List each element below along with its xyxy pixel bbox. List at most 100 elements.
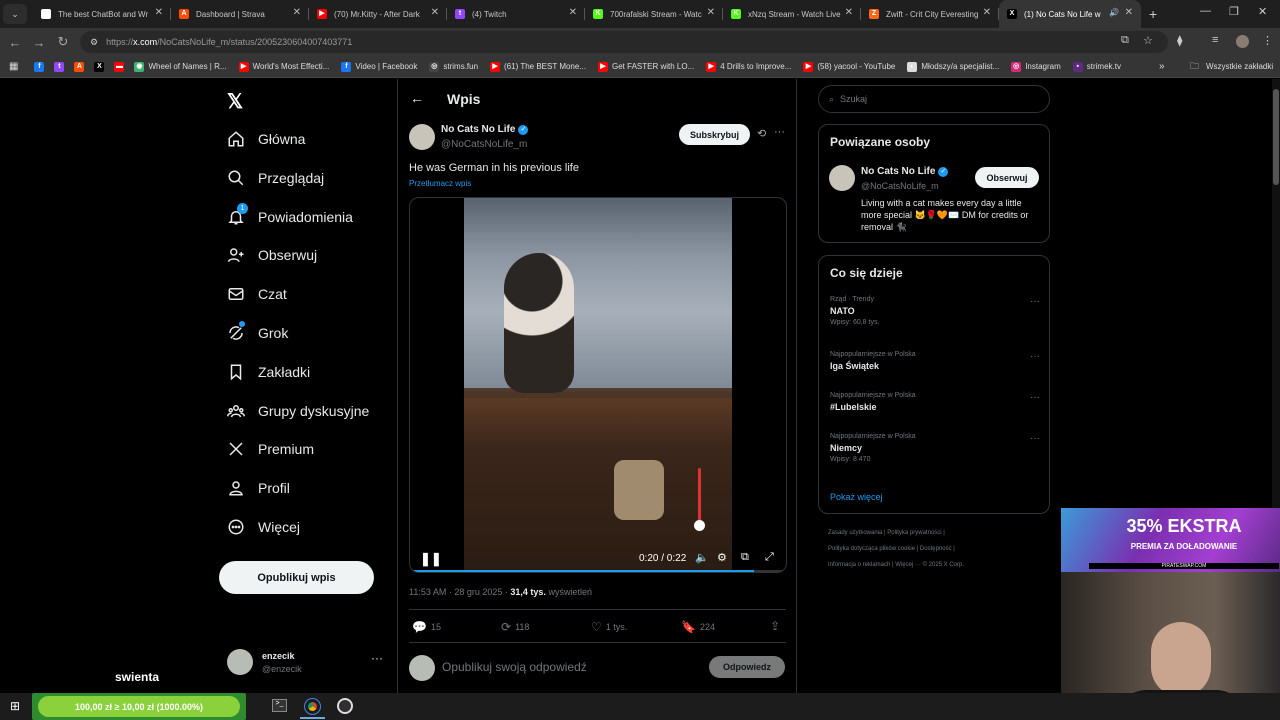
tab-close-icon[interactable]: ✕ [1125, 7, 1133, 18]
bookmark-item[interactable]: ◎ strims.fun [429, 61, 478, 72]
nav-item-home[interactable]: Główna [226, 127, 305, 151]
bookmark-item[interactable]: ▶ (61) The BEST Mone... [490, 61, 586, 72]
profile-avatar-icon[interactable] [1236, 35, 1249, 48]
bookmark-item[interactable]: X [94, 61, 108, 72]
author-handle[interactable]: @NoCatsNoLife_m [441, 139, 527, 150]
show-more-link[interactable]: Pokaż więcej [830, 492, 883, 502]
windows-start-icon[interactable]: ⊞ [10, 699, 20, 713]
all-bookmarks-label[interactable]: Wszystkie zakładki [1206, 62, 1273, 71]
more-bookmarks-icon[interactable]: » [1159, 61, 1165, 72]
reply-input[interactable]: Opublikuj swoją odpowiedź [442, 660, 587, 674]
obs-icon[interactable] [337, 698, 353, 714]
bookmark-item[interactable]: ▶ 4 Drills to Improve... [706, 61, 791, 72]
trend-item[interactable]: Rząd · Trendy NATO Wpisy: 60,8 tys. ··· [830, 296, 1040, 326]
translate-link[interactable]: Przetłumacz wpis [409, 179, 471, 188]
nav-item-mail[interactable]: Czat [226, 282, 287, 306]
video-player[interactable]: ❚❚ 0:20 / 0:22 🔈 ⚙ ⧉ ⤢ [409, 197, 787, 573]
more-dots-icon[interactable]: ··· [371, 651, 383, 665]
browser-tab[interactable]: ▶ (70) Mr.Kitty - After Dark ✕ [309, 0, 447, 28]
footer-links-2[interactable]: Polityka dotycząca plików cookie | Dostę… [828, 546, 955, 552]
tab-close-icon[interactable]: ✕ [431, 7, 439, 18]
site-info-icon[interactable]: ⚙ [90, 37, 98, 48]
minimize-icon[interactable]: — [1200, 5, 1211, 17]
browser-tab[interactable]: ◆ The best ChatBot and Wr ✕ [33, 0, 171, 28]
tab-close-icon[interactable]: ✕ [845, 7, 853, 18]
extensions-icon[interactable]: ⧫ [1177, 34, 1182, 47]
browser-tab[interactable]: Z Zwift - Crit City Everesting ✕ [861, 0, 999, 28]
nav-item-communities[interactable]: Grupy dyskusyjne [226, 399, 369, 423]
nav-item-search[interactable]: Przeglądaj [226, 166, 324, 190]
bookmark-item[interactable]: ◐ Młodszy/a specjalist... [907, 61, 999, 72]
pip-icon[interactable]: ⧉ [741, 551, 749, 564]
cast-icon[interactable]: ⧉ [1121, 34, 1129, 47]
settings-icon[interactable]: ⚙ [717, 551, 727, 564]
browser-tab[interactable]: X (1) No Cats No Life w 🔊 ✕ [999, 0, 1141, 28]
tab-audio-icon[interactable]: 🔊 [1109, 8, 1119, 17]
trend-item[interactable]: Najpopularniejsze w Polska Niemcy Wpisy: 8… [830, 433, 1040, 463]
bookmark-item[interactable]: ◎ Instagram [1011, 61, 1061, 72]
bookmark-icon[interactable]: 🔖 [681, 620, 696, 634]
post-timestamp[interactable]: 11:53 AM · 28 gru 2025 · [409, 587, 510, 597]
browser-tab[interactable]: t (4) Twitch ✕ [447, 0, 585, 28]
search-input[interactable]: ⌕ Szukaj [818, 85, 1050, 113]
nav-item-follow[interactable]: Obserwuj [226, 243, 317, 267]
browser-tab[interactable]: A Dashboard | Strava ✕ [171, 0, 309, 28]
nav-item-grok[interactable]: Grok [226, 321, 288, 345]
bookmark-item[interactable]: A [74, 61, 88, 72]
like-icon[interactable]: ♡ [591, 620, 602, 634]
more-dots-icon[interactable]: ··· [1030, 351, 1040, 362]
pause-icon[interactable]: ❚❚ [420, 551, 442, 567]
reply-button[interactable]: Odpowiedz [709, 656, 785, 678]
more-dots-icon[interactable]: ··· [1030, 433, 1040, 444]
repost-icon[interactable]: ⟳ [501, 620, 511, 634]
video-progress-track[interactable] [410, 570, 786, 572]
bookmark-item[interactable]: ▶ World's Most Effecti... [238, 61, 329, 72]
more-dots-icon[interactable]: ··· [1030, 296, 1040, 307]
nav-item-more[interactable]: Więcej [226, 515, 300, 539]
bookmark-item[interactable]: ▪ strimek.tv [1072, 61, 1121, 72]
bookmark-item[interactable]: t [54, 61, 68, 72]
nav-item-bookmark[interactable]: Zakładki [226, 360, 310, 384]
subscribe-button[interactable]: Subskrybuj [679, 124, 750, 145]
trend-item[interactable]: Najpopularniejsze w Polska Iga Świątek ··· [830, 351, 1040, 371]
bookmark-item[interactable]: ◉ Wheel of Names | R... [134, 61, 227, 72]
tab-close-icon[interactable]: ✕ [155, 7, 163, 18]
volume-slider[interactable] [694, 468, 705, 531]
browser-tab[interactable]: K 700rafalski Stream - Watc ✕ [585, 0, 723, 28]
more-dots-icon[interactable]: ··· [1030, 392, 1040, 403]
chrome-icon[interactable] [304, 698, 321, 715]
bookmark-item[interactable]: ▬ [114, 61, 128, 72]
follow-button[interactable]: Obserwuj [975, 167, 1039, 188]
bookmark-item[interactable]: f [34, 61, 48, 72]
share-icon[interactable]: ⇪ [770, 619, 780, 633]
bookmark-item[interactable]: ▶ Get FASTER with LO... [598, 61, 694, 72]
star-icon[interactable]: ☆ [1143, 34, 1153, 47]
trend-item[interactable]: Najpopularniejsze w Polska #Lubelskie ··· [830, 392, 1040, 412]
back-arrow-icon[interactable]: ← [3, 35, 27, 50]
related-name[interactable]: No Cats No Life [861, 166, 935, 177]
nav-item-bell[interactable]: 1 Powiadomienia [226, 202, 353, 229]
tab-close-icon[interactable]: ✕ [569, 7, 577, 18]
nav-item-profile[interactable]: Profil [226, 476, 290, 500]
tab-close-icon[interactable]: ✕ [983, 7, 991, 18]
browser-menu-icon[interactable]: ⋮ [1262, 34, 1273, 47]
tab-close-icon[interactable]: ✕ [707, 7, 715, 18]
footer-links-1[interactable]: Zasady użytkowania | Polityka prywatnośc… [828, 530, 945, 536]
browser-tab[interactable]: KxNzq Stream - Watch Live ✕ [723, 0, 861, 28]
related-handle[interactable]: @NoCatsNoLife_m [861, 181, 939, 191]
reply-icon[interactable]: 💬 [412, 620, 427, 634]
grok-icon[interactable]: ⟲ [757, 127, 766, 140]
volume-knob[interactable] [694, 520, 705, 531]
restore-icon[interactable]: ❐ [1229, 5, 1239, 18]
account-switcher[interactable]: enzecik @enzecik ··· [227, 649, 387, 679]
apps-grid-icon[interactable]: ▦ [9, 61, 18, 72]
close-window-icon[interactable]: ✕ [1258, 5, 1267, 18]
author-name[interactable]: No Cats No Life [441, 124, 515, 135]
more-dots-icon[interactable]: ··· [774, 126, 785, 138]
tab-close-icon[interactable]: ✕ [293, 7, 301, 18]
nav-item-x[interactable]: Premium [226, 437, 314, 461]
scrollbar-thumb[interactable] [1273, 89, 1279, 185]
bookmark-item[interactable]: f Video | Facebook [341, 61, 417, 72]
x-logo-icon[interactable]: 𝕏 [227, 89, 243, 114]
author-avatar[interactable] [409, 124, 435, 150]
